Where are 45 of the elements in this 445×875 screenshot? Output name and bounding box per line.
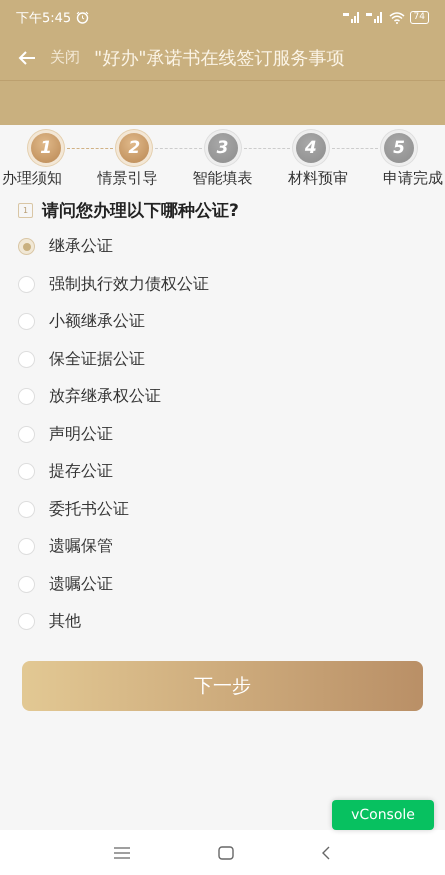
option-label[interactable]: 小额继承公证 [49,311,145,332]
radio-button[interactable] [18,350,35,368]
step-label: 情景引导 [97,169,158,188]
step-label: 办理须知 [2,169,62,188]
option-label[interactable]: 继承公证 [49,236,113,258]
radio-button[interactable] [18,313,35,330]
option-label[interactable]: 其他 [49,611,81,632]
option-label[interactable]: 声明公证 [49,424,113,445]
radio-button[interactable] [18,613,35,630]
option-label[interactable]: 保全证据公证 [49,348,145,370]
radio-button[interactable] [18,500,35,518]
wifi-icon [388,12,405,24]
menu-icon[interactable] [114,846,130,858]
question-number: 1 [18,202,33,218]
step-number: 1 [31,133,61,163]
page-title: "好办"承诺书在线签订服务事项 [94,46,345,70]
step-number: 3 [208,133,238,163]
status-time: 下午5:45 [16,10,72,26]
radio-button[interactable] [18,238,35,256]
question-text: 请问您办理以下哪种公证? [42,200,239,222]
signal-icon [342,12,361,23]
signal-icon [366,12,384,23]
radio-button[interactable] [18,388,35,406]
home-icon[interactable] [218,846,234,860]
option-label[interactable]: 强制执行效力债权公证 [49,274,209,295]
back-icon[interactable] [322,846,331,860]
radio-button[interactable] [18,426,35,443]
radio-button[interactable] [18,276,35,293]
radio-button[interactable] [18,538,35,556]
battery-icon: 74 [410,11,429,24]
step-label: 材料预审 [288,169,348,188]
option-label[interactable]: 放弃继承权公证 [49,386,161,408]
step-label: 申请完成 [383,169,443,188]
option-label[interactable]: 提存公证 [49,461,113,482]
radio-button[interactable] [18,576,35,593]
step-label: 智能填表 [192,169,252,188]
step-number: 4 [296,133,326,163]
option-label[interactable]: 遗嘱公证 [49,574,113,595]
alarm-icon [76,11,90,24]
step-number: 5 [384,133,414,163]
option-label[interactable]: 遗嘱保管 [49,536,113,558]
radio-button[interactable] [18,463,35,480]
back-arrow-icon[interactable] [18,50,36,66]
option-label[interactable]: 委托书公证 [49,498,129,520]
step-number: 2 [119,133,150,163]
